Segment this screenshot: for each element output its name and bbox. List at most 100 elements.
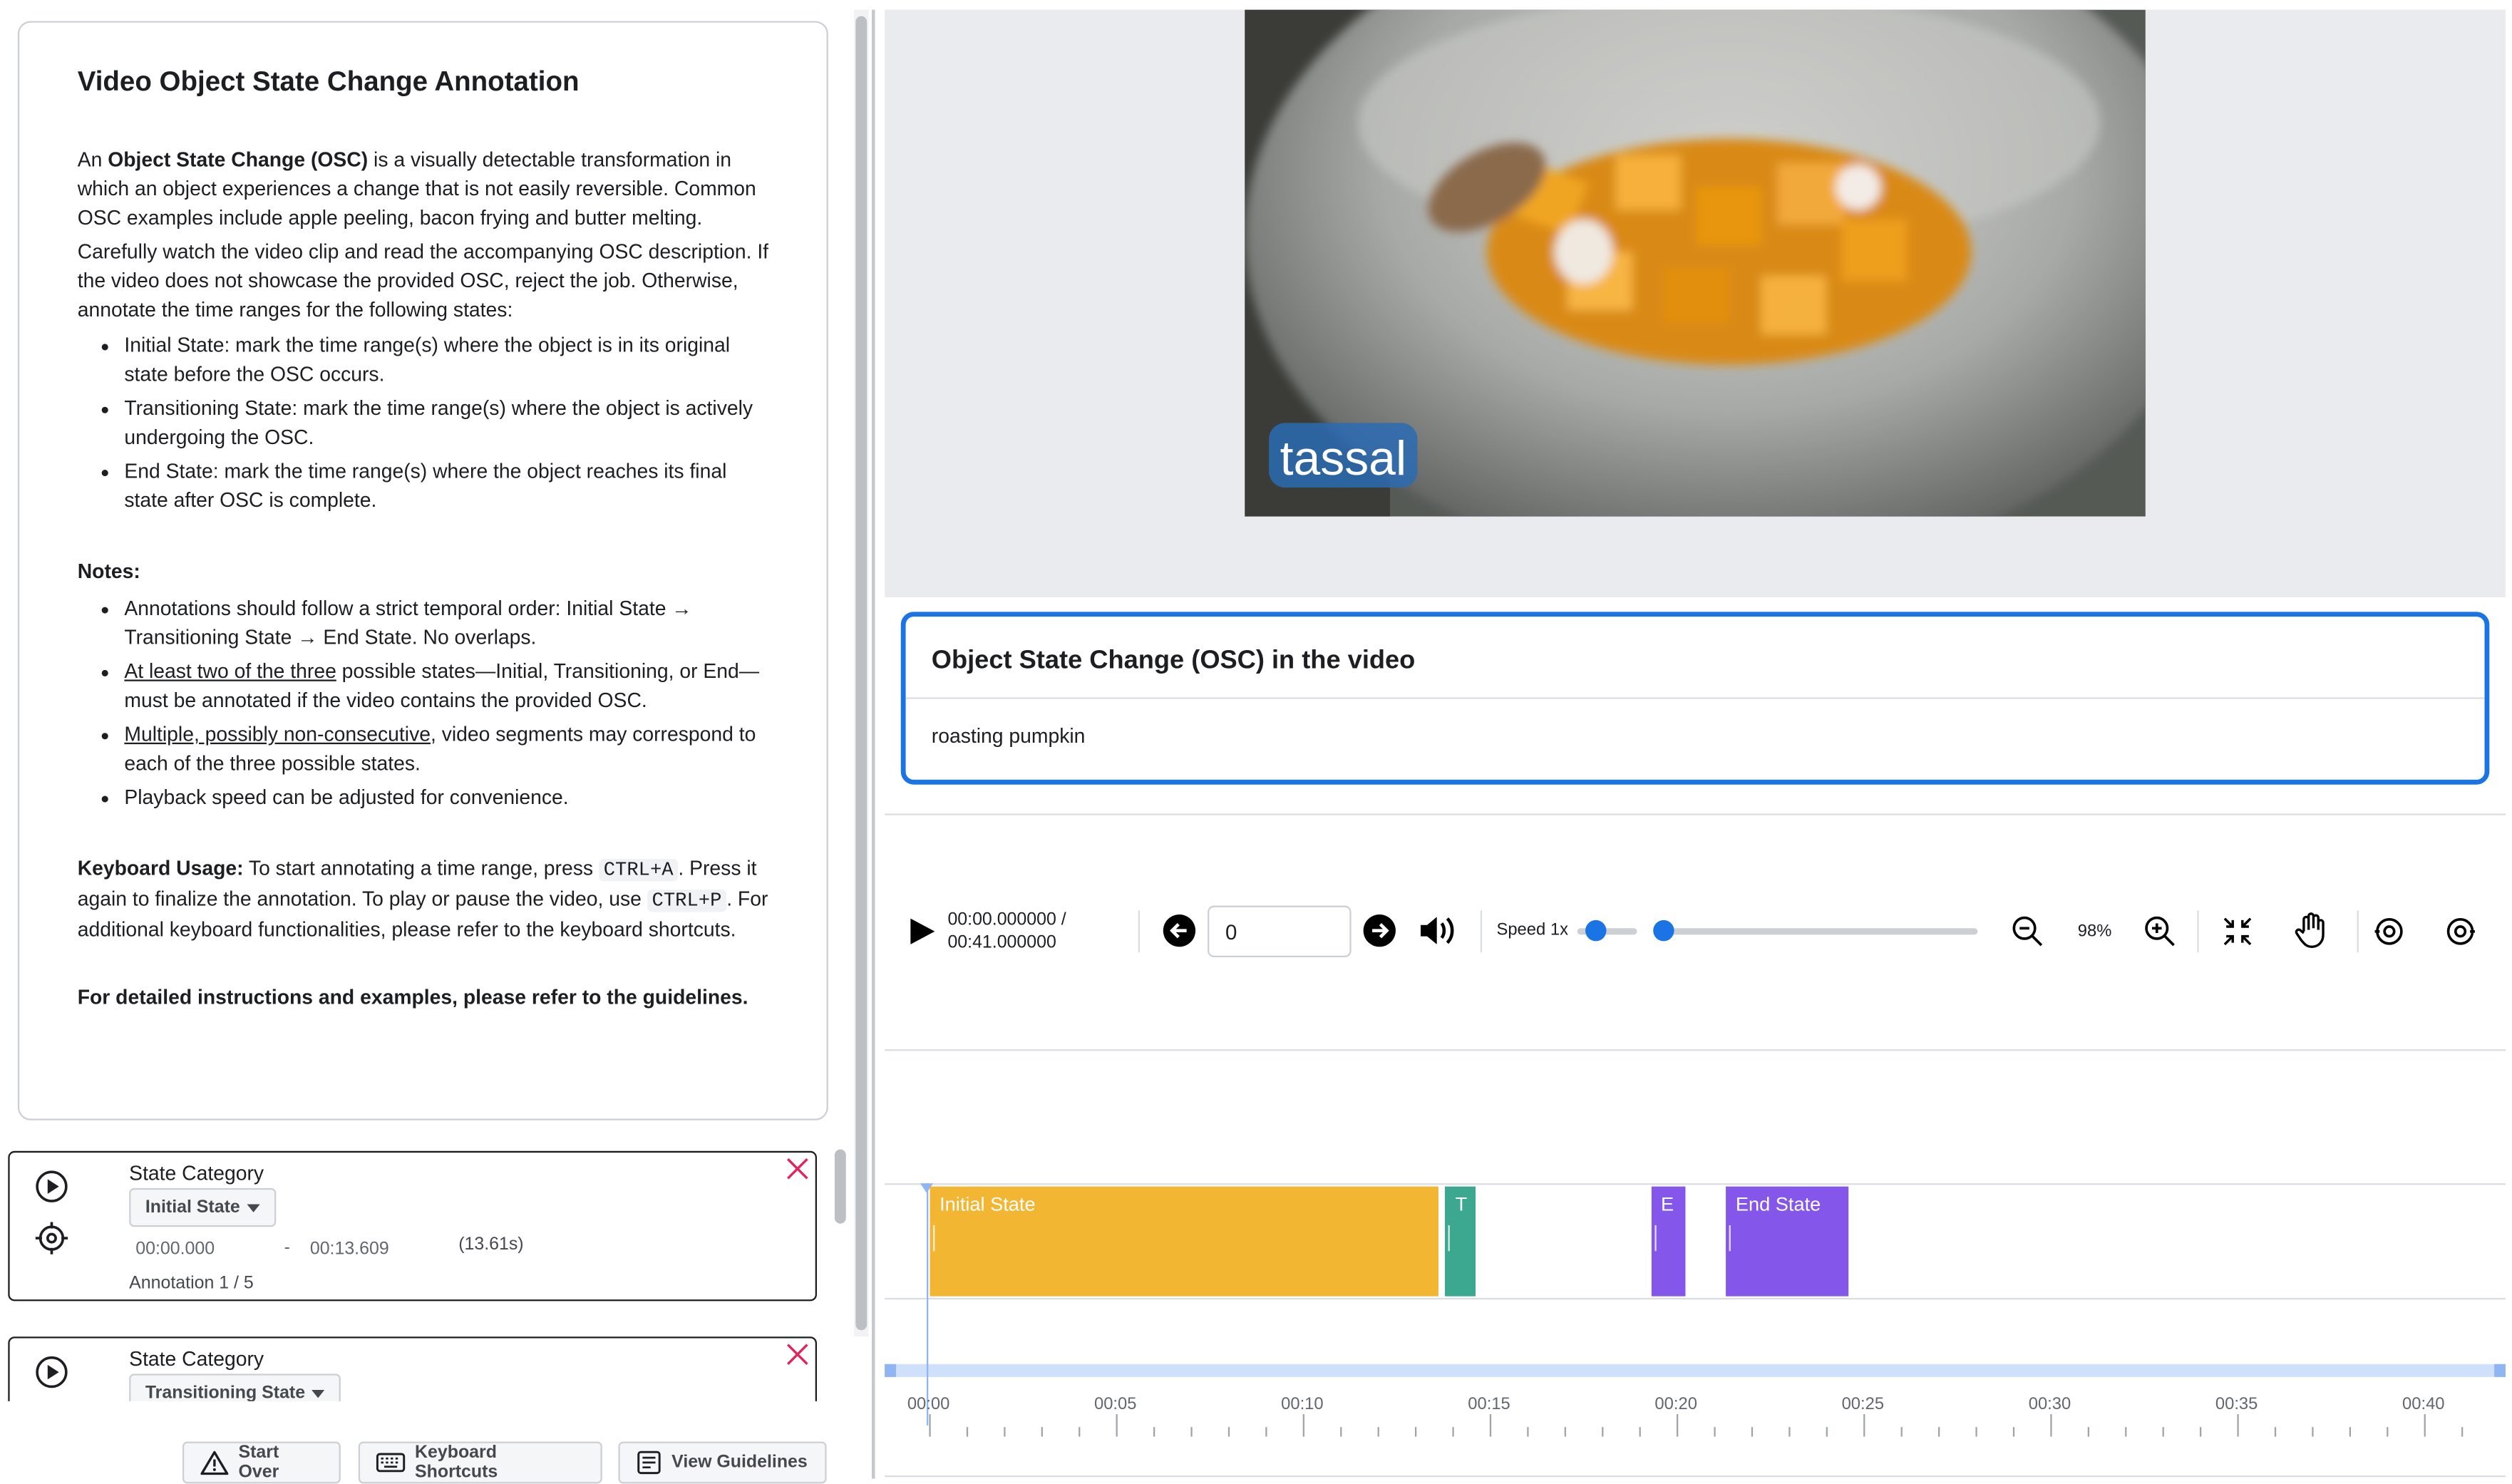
time-readout: 00:00.000000 / 00:41.000000	[947, 909, 1066, 954]
instructions-title: Video Object State Change Annotation	[77, 66, 580, 97]
keyboard-icon	[376, 1453, 406, 1473]
panel-scrollbar-thumb[interactable]	[855, 16, 868, 1331]
keyboard-usage-title: Keyboard Usage:	[77, 857, 244, 880]
state-category-label: State Category	[129, 1348, 264, 1371]
speed-slider-handle[interactable]	[1585, 919, 1607, 942]
current-time: 00:00.000000 /	[947, 910, 1066, 930]
state-category-dropdown[interactable]: Transitioning State	[129, 1374, 341, 1401]
divider	[2357, 910, 2359, 953]
intro-prefix: An	[77, 148, 108, 172]
panel-scrollbar[interactable]	[854, 9, 869, 1337]
state-category-label: State Category	[129, 1162, 264, 1185]
timeline-tick-label: 00:30	[2028, 1394, 2071, 1414]
timeline-scrollbar[interactable]	[885, 1364, 2506, 1377]
scrollbar-right-handle[interactable]	[2494, 1364, 2506, 1377]
annotation-counter: Annotation 1 / 5	[129, 1273, 254, 1294]
end-time[interactable]: 00:13.609	[310, 1240, 389, 1259]
kb-code: CTRL+P	[647, 889, 727, 912]
locate-icon[interactable]	[34, 1220, 70, 1256]
timeline-tick-label: 00:10	[1281, 1394, 1324, 1414]
kb-text: To start annotating a time range, press	[243, 857, 599, 880]
document-icon	[637, 1450, 661, 1475]
note-item: Annotations should follow a strict tempo…	[124, 594, 771, 652]
state-category-value: Initial State	[145, 1197, 240, 1217]
zoom-out-icon[interactable]	[2012, 915, 2044, 947]
instructions-body: An Object State Change (OSC) is a visual…	[78, 145, 772, 1012]
state-category-value: Transitioning State	[145, 1383, 306, 1401]
scrollbar-left-handle[interactable]	[885, 1364, 896, 1377]
timeline-tick-label: 00:25	[1841, 1394, 1885, 1414]
note-item: Multiple, possibly non-consecutive, vide…	[124, 720, 771, 778]
segment-start-marker	[1654, 1225, 1657, 1252]
chevron-down-icon	[246, 1203, 259, 1212]
timeline-segment[interactable]: Initial State	[930, 1186, 1439, 1297]
hand-pan-icon[interactable]	[2294, 912, 2328, 949]
notes-title: Notes:	[77, 560, 140, 583]
playback-slider[interactable]	[1657, 928, 1978, 935]
track-divider	[885, 1297, 2506, 1300]
timeline-tick-label: 00:05	[1093, 1394, 1137, 1414]
chevron-down-icon	[312, 1389, 325, 1398]
notes-list: Annotations should follow a strict tempo…	[78, 594, 772, 812]
divider	[1480, 910, 1483, 953]
timeline-segment-label: Initial State	[940, 1192, 1036, 1216]
timeline-segment[interactable]: End State	[1726, 1186, 1850, 1297]
guidelines-note: For detailed instructions and examples, …	[77, 986, 748, 1009]
keyboard-shortcuts-button[interactable]: Keyboard Shortcuts	[358, 1441, 602, 1484]
intro-bold: Object State Change (OSC)	[108, 148, 369, 172]
state-item-transitioning: Transitioning State: mark the time range…	[124, 394, 771, 453]
watermark-logo: tassal	[1280, 431, 1406, 485]
panel-divider[interactable]	[871, 9, 875, 1479]
keyboard-usage: Keyboard Usage: To start annotating a ti…	[78, 854, 772, 944]
start-time[interactable]: 00:00.000	[135, 1240, 215, 1259]
annotation-list-scrollbar[interactable]	[834, 1149, 846, 1224]
note-item: At least two of the three possible state…	[124, 657, 771, 716]
view-guidelines-label: View Guidelines	[671, 1453, 808, 1473]
play-segment-icon[interactable]	[34, 1169, 70, 1205]
divider	[1138, 910, 1140, 953]
note-underline: Multiple, possibly non-consecutive	[124, 723, 431, 746]
instructions-panel: Video Object State Change Annotation An …	[17, 21, 828, 1120]
timeline-segment[interactable]: E	[1651, 1186, 1685, 1297]
segment-start-marker	[1729, 1225, 1731, 1252]
playback-slider-handle[interactable]	[1653, 919, 1674, 942]
zoom-in-icon[interactable]	[2144, 915, 2176, 947]
delete-annotation-icon[interactable]	[786, 1158, 809, 1180]
play-icon[interactable]	[906, 915, 938, 947]
timeline-tick-label: 00:00	[907, 1394, 950, 1414]
segment-start-marker	[1448, 1225, 1451, 1252]
speed-label: Speed 1x	[1496, 919, 1568, 940]
delete-annotation-icon[interactable]	[786, 1343, 809, 1366]
video-frame: tassal	[1245, 9, 2146, 517]
arrow-right-icon[interactable]	[1362, 914, 1396, 948]
volume-icon[interactable]	[1419, 914, 1458, 948]
divider	[885, 813, 2506, 815]
time-dash: -	[284, 1238, 290, 1258]
warning-icon	[200, 1450, 229, 1475]
divider	[885, 1049, 2506, 1051]
timeline-tick-label: 00:20	[1654, 1394, 1697, 1414]
video-player[interactable]: tassal	[1245, 9, 2146, 517]
view-guidelines-button[interactable]: View Guidelines	[618, 1441, 827, 1484]
state-category-dropdown[interactable]: Initial State	[129, 1187, 276, 1227]
annotation-card: State Category Initial State 00:00.000 -…	[8, 1150, 817, 1302]
timeline-segment-label: End State	[1735, 1192, 1821, 1216]
state-item-initial: Initial State: mark the time range(s) wh…	[124, 331, 771, 389]
playhead[interactable]	[926, 1183, 929, 1426]
duration: (13.61s)	[458, 1235, 524, 1254]
jump-to-end-icon[interactable]	[2446, 917, 2475, 946]
osc-description-box: Object State Change (OSC) in the video r…	[900, 612, 2490, 785]
annotation-list-clip: State Category Transitioning State	[0, 1331, 827, 1401]
osc-text: roasting pumpkin	[931, 724, 1086, 748]
timeline-segment-label: E	[1660, 1192, 1674, 1216]
jump-to-start-icon[interactable]	[2374, 917, 2404, 946]
timeline-segment[interactable]: T	[1446, 1186, 1476, 1297]
start-over-button[interactable]: Start Over	[182, 1441, 341, 1484]
play-segment-icon[interactable]	[34, 1354, 70, 1390]
timeline-tick-label: 00:40	[2402, 1394, 2445, 1414]
arrow-left-icon[interactable]	[1163, 914, 1197, 948]
fit-to-screen-icon[interactable]	[2223, 917, 2253, 946]
kb-code: CTRL+A	[598, 858, 679, 882]
states-list: Initial State: mark the time range(s) wh…	[78, 331, 772, 515]
frame-input[interactable]	[1208, 905, 1352, 958]
